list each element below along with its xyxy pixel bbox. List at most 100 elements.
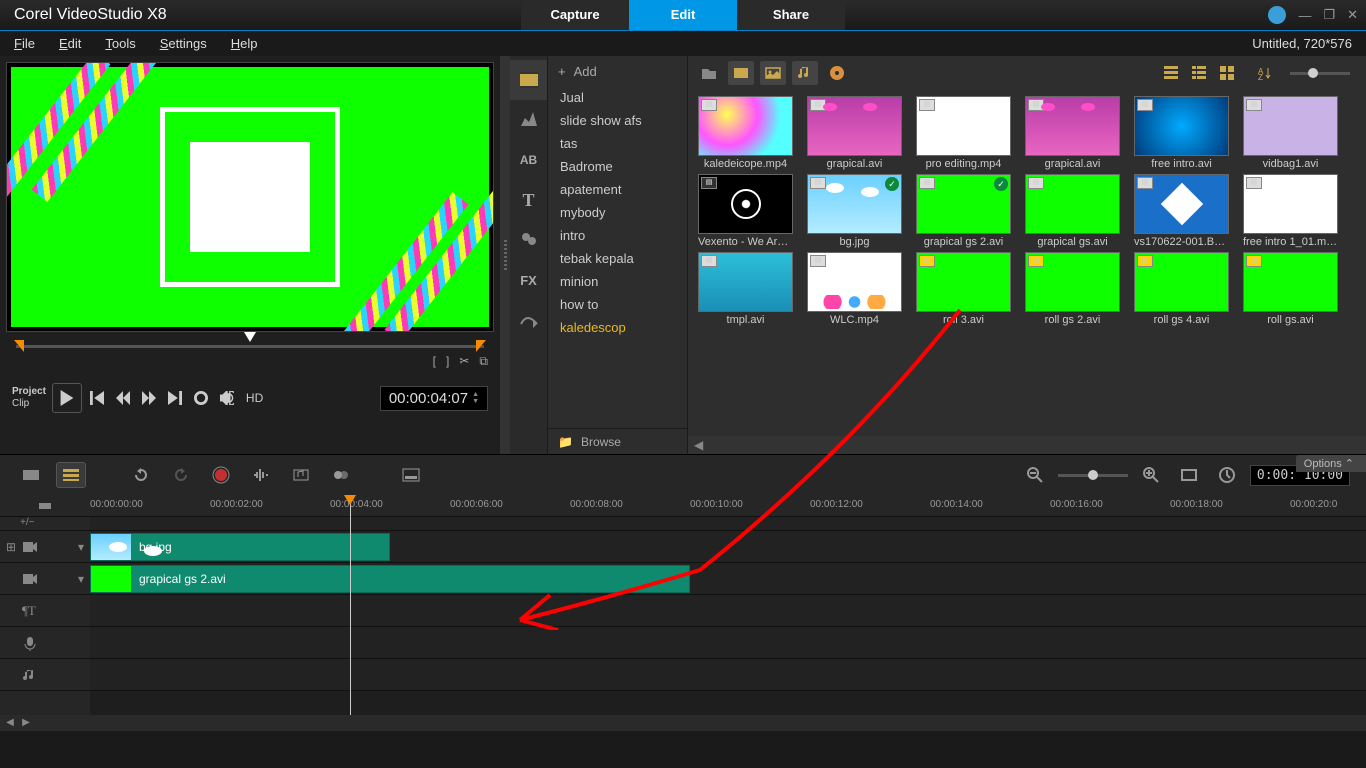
media-thumb[interactable]: ▤WLC.mp4	[807, 252, 902, 326]
collapse-icon[interactable]: ◀	[694, 438, 703, 452]
clip-bg-jpg[interactable]: bg.jpg	[90, 533, 390, 561]
folder-item[interactable]: tas	[548, 132, 687, 155]
view-thumb-icon[interactable]	[1216, 63, 1238, 83]
media-thumb[interactable]: ▤pro editing.mp4	[916, 96, 1011, 170]
mark-out-icon[interactable]	[476, 340, 486, 352]
folder-item[interactable]: Badrome	[548, 155, 687, 178]
media-thumb[interactable]: ▤vidbag1.avi	[1243, 96, 1338, 170]
timecode-display[interactable]: 00:00:04:07 ▲▼	[380, 386, 488, 411]
view-list-icon[interactable]	[1160, 63, 1182, 83]
mark-in-icon[interactable]	[14, 340, 24, 352]
track-head-video[interactable]: ⊞ ▾	[0, 531, 90, 563]
next-frame-button[interactable]	[138, 387, 160, 409]
zoom-out-icon[interactable]	[1020, 462, 1050, 488]
home-button[interactable]	[86, 387, 108, 409]
timeline-view-icon[interactable]	[56, 462, 86, 488]
folder-item[interactable]: mybody	[548, 201, 687, 224]
folder-item[interactable]: minion	[548, 270, 687, 293]
play-button[interactable]	[52, 383, 82, 413]
video-track[interactable]: bg.jpg	[90, 531, 1366, 563]
cat-media-icon[interactable]	[510, 60, 547, 100]
title-track[interactable]	[90, 595, 1366, 627]
undo-button[interactable]	[126, 462, 156, 488]
media-thumb[interactable]: ▤grapical gs.avi	[1025, 174, 1120, 248]
overlay-track[interactable]: grapical gs 2.avi	[90, 563, 1366, 595]
filter-disc-icon[interactable]	[824, 61, 850, 85]
hub-icon[interactable]	[1268, 6, 1286, 24]
tracks-area[interactable]: 00:00:00:0000:00:02:0000:00:04:0000:00:0…	[90, 495, 1366, 715]
menu-settings[interactable]: Settings	[160, 36, 207, 51]
menu-tools[interactable]: Tools	[105, 36, 135, 51]
timeline-scrollbar[interactable]: ◀ ▶	[0, 715, 1366, 731]
filter-audio-icon[interactable]	[792, 61, 818, 85]
clip-grapical-gs-2[interactable]: grapical gs 2.avi	[90, 565, 690, 593]
media-thumb[interactable]: ▤tmpl.avi	[698, 252, 793, 326]
scroll-left-icon[interactable]: ◀	[4, 717, 16, 729]
folder-item[interactable]: Jual	[548, 86, 687, 109]
cat-path-icon[interactable]	[510, 300, 547, 340]
view-details-icon[interactable]	[1188, 63, 1210, 83]
cat-graphic-icon[interactable]	[510, 220, 547, 260]
ruler-head-icon[interactable]	[0, 495, 90, 517]
hd-label[interactable]: HD	[246, 391, 263, 405]
chevron-down-icon[interactable]: ▾	[78, 540, 84, 554]
track-head-title[interactable]: ¶T	[0, 595, 90, 627]
tab-share[interactable]: Share	[737, 0, 845, 30]
cat-transition-icon[interactable]: AB	[510, 140, 547, 180]
folder-item[interactable]: slide show afs	[548, 109, 687, 132]
media-thumb[interactable]: ▤roll gs 2.avi	[1025, 252, 1120, 326]
cat-filter-icon[interactable]: FX	[510, 260, 547, 300]
audio-mixer-icon[interactable]	[246, 462, 276, 488]
storyboard-view-icon[interactable]	[16, 462, 46, 488]
filter-photo-icon[interactable]	[760, 61, 786, 85]
scissors-icon[interactable]: ✂	[459, 354, 469, 372]
media-thumb[interactable]: ▤roll gs.avi	[1243, 252, 1338, 326]
scrub-bar[interactable]	[6, 340, 494, 354]
media-thumb[interactable]: ▤✓bg.jpg	[807, 174, 902, 248]
options-tab[interactable]: Options ⌃	[1296, 455, 1366, 472]
folder-item[interactable]: apatement	[548, 178, 687, 201]
minimize-icon[interactable]: —	[1298, 8, 1311, 23]
voice-track[interactable]	[90, 627, 1366, 659]
music-track[interactable]	[90, 659, 1366, 691]
add-folder-button[interactable]: +Add	[548, 56, 687, 86]
folder-item[interactable]: tebak kepala	[548, 247, 687, 270]
folder-item[interactable]: intro	[548, 224, 687, 247]
preview-canvas[interactable]	[6, 62, 494, 332]
media-thumb[interactable]: ▤roll gs 4.avi	[1134, 252, 1229, 326]
menu-edit[interactable]: Edit	[59, 36, 81, 51]
tab-capture[interactable]: Capture	[521, 0, 629, 30]
panel-resize-grip[interactable]	[500, 56, 510, 454]
menu-help[interactable]: Help	[231, 36, 258, 51]
track-head-music[interactable]	[0, 659, 90, 691]
subtitle-editor-icon[interactable]	[396, 462, 426, 488]
sort-icon[interactable]: AZ	[1254, 63, 1276, 83]
thumb-size-slider[interactable]	[1290, 72, 1350, 75]
media-thumb[interactable]: ▤✓grapical gs 2.avi	[916, 174, 1011, 248]
expand-icon[interactable]: ⊞	[4, 540, 18, 554]
zoom-in-icon[interactable]	[1136, 462, 1166, 488]
media-thumb[interactable]: ▤free intro.avi	[1134, 96, 1229, 170]
project-clip-toggle[interactable]: Project Clip	[12, 386, 46, 410]
prev-frame-button[interactable]	[112, 387, 134, 409]
track-motion-icon[interactable]	[326, 462, 356, 488]
record-button[interactable]	[206, 462, 236, 488]
media-thumb[interactable]: ▤kaledeicope.mp4	[698, 96, 793, 170]
cat-title-icon[interactable]: T	[510, 180, 547, 220]
redo-button[interactable]	[166, 462, 196, 488]
add-track-row[interactable]: +/−	[0, 517, 90, 531]
maximize-icon[interactable]: ❐	[1323, 7, 1335, 23]
time-ruler[interactable]: 00:00:00:0000:00:02:0000:00:04:0000:00:0…	[90, 495, 1366, 517]
import-icon[interactable]	[696, 61, 722, 85]
chevron-down-icon[interactable]: ▾	[78, 572, 84, 586]
loop-button[interactable]	[190, 387, 212, 409]
scroll-right-icon[interactable]: ▶	[20, 717, 32, 729]
bracket-out-icon[interactable]: ]	[446, 354, 449, 372]
media-thumb[interactable]: ▤vs170622-001.BMP	[1134, 174, 1229, 248]
media-thumb[interactable]: ▤free intro 1_01.mp4	[1243, 174, 1338, 248]
bracket-in-icon[interactable]: [	[433, 354, 436, 372]
fit-project-icon[interactable]	[1174, 462, 1204, 488]
media-thumb[interactable]: ▤grapical.avi	[1025, 96, 1120, 170]
media-thumb[interactable]: ▤roll 3.avi	[916, 252, 1011, 326]
track-head-voice[interactable]	[0, 627, 90, 659]
